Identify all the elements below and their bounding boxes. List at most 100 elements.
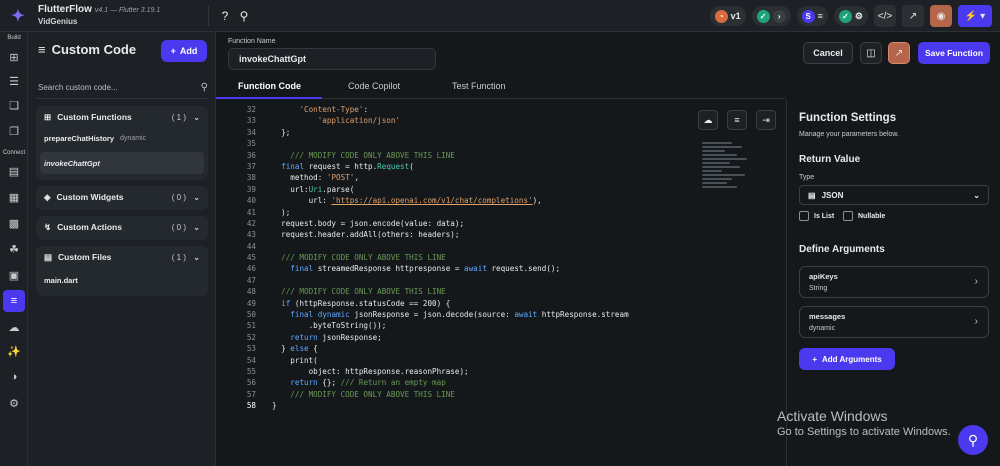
- custom-code-icon[interactable]: ≡: [3, 290, 25, 312]
- version-label: v1: [730, 11, 741, 21]
- user-badge[interactable]: S ≡: [796, 6, 828, 26]
- save-function-button[interactable]: Save Function: [918, 42, 990, 64]
- open-external-icon[interactable]: ↗: [902, 5, 924, 27]
- integrations-icon[interactable]: ☘: [5, 240, 23, 258]
- code-line: 46 final streamedResponse httpresponse =…: [242, 263, 629, 274]
- components-icon[interactable]: ❐: [5, 122, 23, 140]
- tab-test-function[interactable]: Test Function: [452, 81, 506, 91]
- plus-icon: +: [812, 354, 817, 364]
- add-button[interactable]: + Add: [161, 40, 207, 62]
- line-text: url: 'https://api.openai.com/v1/chat/com…: [272, 196, 542, 206]
- panel-toggle-icon[interactable]: ◫: [860, 42, 882, 64]
- search-custom-code-input[interactable]: Search custom code... ⚲: [38, 80, 208, 94]
- list-item-selected[interactable]: invokeChattGpt: [40, 152, 204, 174]
- code-line: 32 'Content-Type':: [242, 104, 629, 115]
- chevron-down-icon[interactable]: ⌄: [193, 193, 200, 202]
- code-line: 51 .byteToString());: [242, 320, 629, 331]
- help-icon[interactable]: ?: [217, 8, 233, 24]
- line-number: 49: [246, 298, 256, 308]
- define-arguments-heading: Define Arguments: [799, 244, 885, 255]
- is-list-checkbox[interactable]: Is List: [799, 211, 834, 221]
- code-minimap[interactable]: [702, 140, 752, 198]
- run-status[interactable]: ✓ ⚙: [833, 6, 868, 26]
- group-header[interactable]: ↯ Custom Actions ( 0 ) ⌄: [36, 216, 208, 238]
- top-bar: ✦ FlutterFlow v4.1 — Flutter 3.19.1 VidGe…: [0, 0, 1000, 32]
- line-number: 41: [246, 207, 256, 217]
- list-item[interactable]: prepareChatHistory dynamic: [40, 128, 204, 148]
- version-badge[interactable]: ◔ v1: [709, 6, 746, 26]
- theme-icon[interactable]: ◑: [5, 368, 23, 386]
- type-value: JSON: [821, 190, 844, 200]
- code-line: 49 if (httpResponse.statusCode == 200) {: [242, 298, 629, 309]
- argument-type: dynamic: [809, 325, 836, 332]
- settings-title: Function Settings: [799, 112, 897, 124]
- line-number: 51: [246, 321, 256, 331]
- code-editor[interactable]: 32 'Content-Type': 33 'application/json' 3…: [216, 100, 786, 466]
- group-custom-widgets[interactable]: ◈ Custom Widgets ( 0 ) ⌄: [36, 186, 208, 210]
- code-line: 45 /// MODIFY CODE ONLY ABOVE THIS LINE: [242, 252, 629, 263]
- code-line: 37 final request = http.Request(: [242, 161, 629, 172]
- group-label: Custom Functions: [57, 112, 132, 122]
- database-icon[interactable]: ▤: [5, 162, 23, 180]
- chevron-down-icon[interactable]: ⌄: [193, 253, 200, 262]
- ai-agents-icon[interactable]: ✨: [5, 342, 23, 360]
- open-external-icon[interactable]: ↗: [888, 42, 910, 64]
- group-count: ( 0 ): [171, 222, 186, 232]
- add-arguments-button[interactable]: + Add Arguments: [799, 348, 895, 370]
- list-item[interactable]: main.dart: [40, 270, 204, 290]
- app-state-icon[interactable]: ▩: [5, 214, 23, 232]
- line-number: 37: [246, 161, 256, 171]
- line-text: /// MODIFY CODE ONLY ABOVE THIS LINE: [272, 253, 446, 263]
- item-name: prepareChatHistory: [44, 133, 115, 143]
- format-align-icon[interactable]: ≡: [727, 110, 747, 130]
- argument-row[interactable]: apiKeys String ›: [799, 266, 989, 298]
- windows-activation-watermark: Activate Windows Go to Settings to activ…: [777, 408, 951, 438]
- code-line: 36 /// MODIFY CODE ONLY ABOVE THIS LINE: [242, 150, 629, 161]
- cloud-functions-icon[interactable]: ☁: [5, 318, 23, 336]
- group-header[interactable]: ⊞ Custom Functions ( 1 ) ⌄: [36, 106, 208, 128]
- nullable-checkbox[interactable]: Nullable: [843, 211, 885, 221]
- media-assets-icon[interactable]: ▣: [5, 266, 23, 284]
- return-type-select[interactable]: ▤ JSON ⌄: [799, 185, 989, 205]
- line-text: method: 'POST',: [272, 173, 359, 183]
- function-name-input[interactable]: invokeChattGpt: [228, 48, 436, 70]
- active-tab-indicator: [216, 97, 322, 99]
- line-text: /// MODIFY CODE ONLY ABOVE THIS LINE: [272, 150, 455, 160]
- run-lightning-icon[interactable]: ⚡ ▾: [958, 5, 992, 27]
- search-icon[interactable]: ⚲: [236, 8, 252, 24]
- nullable-label: Nullable: [858, 212, 886, 220]
- code-line: 39 url:Uri.parse(: [242, 184, 629, 195]
- chevron-down-icon[interactable]: ⌄: [193, 113, 200, 122]
- code-lines[interactable]: 32 'Content-Type': 33 'application/json' 3…: [242, 104, 629, 412]
- tab-function-code[interactable]: Function Code: [238, 81, 301, 91]
- indent-icon[interactable]: ⇥: [756, 110, 776, 130]
- search-icon: ⚲: [200, 81, 208, 93]
- team-name[interactable]: VidGenius: [38, 16, 160, 27]
- preview-eye-icon[interactable]: ◉: [930, 5, 952, 27]
- line-text: /// MODIFY CODE ONLY ABOVE THIS LINE: [272, 287, 446, 297]
- tab-code-copilot[interactable]: Code Copilot: [348, 81, 400, 91]
- argument-row[interactable]: messages dynamic ›: [799, 306, 989, 338]
- line-number: 38: [246, 173, 256, 183]
- api-calls-icon[interactable]: ▦: [5, 188, 23, 206]
- search-placeholder: Search custom code...: [38, 82, 118, 92]
- brand: FlutterFlow v4.1 — Flutter 3.19.1 VidGeni…: [38, 4, 160, 27]
- line-text: request.body = json.encode(value: data);: [272, 218, 465, 228]
- flutterflow-logo-icon[interactable]: ✦: [4, 2, 32, 30]
- widget-tree-icon[interactable]: ☰: [5, 72, 23, 90]
- group-header[interactable]: ▤ Custom Files ( 1 ) ⌄: [36, 246, 208, 268]
- code-line: 56 return {}; /// Return an empty map: [242, 377, 629, 388]
- search-fab-icon[interactable]: ⚲: [958, 425, 988, 455]
- code-icon[interactable]: </>: [874, 5, 896, 27]
- group-custom-actions[interactable]: ↯ Custom Actions ( 0 ) ⌄: [36, 216, 208, 240]
- chevron-down-icon[interactable]: ⌄: [193, 223, 200, 232]
- cloud-off-icon[interactable]: ☁: [698, 110, 718, 130]
- group-header[interactable]: ◈ Custom Widgets ( 0 ) ⌄: [36, 186, 208, 208]
- settings-gear-icon[interactable]: ⚙: [5, 394, 23, 412]
- code-line: 44: [242, 241, 629, 252]
- collab-status[interactable]: ✓ ›: [751, 6, 791, 26]
- line-text: request.header.addAll(others: headers);: [272, 230, 460, 240]
- storyboard-icon[interactable]: ❏: [5, 96, 23, 114]
- cancel-button[interactable]: Cancel: [803, 42, 853, 64]
- add-page-icon[interactable]: ⊞: [5, 48, 23, 66]
